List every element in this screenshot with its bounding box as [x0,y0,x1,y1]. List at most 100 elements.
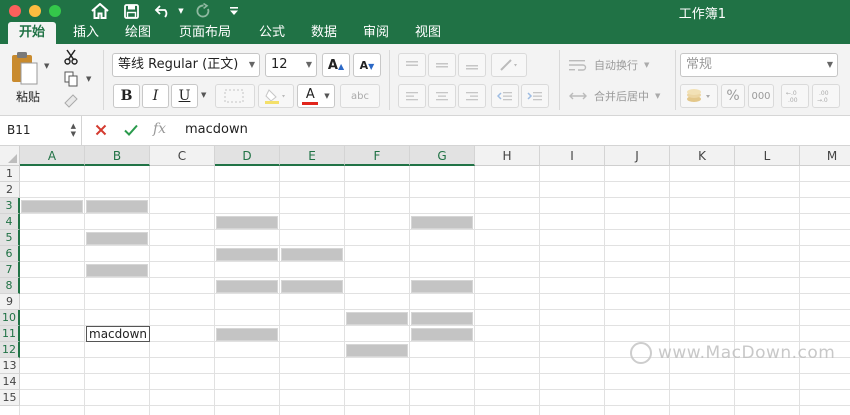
increase-indent-button[interactable] [521,84,549,108]
save-icon[interactable] [120,0,142,22]
undo-dropdown-icon[interactable]: ▼ [176,0,186,22]
increase-font-size-button[interactable]: A▲ [322,53,350,77]
bold-button[interactable]: B [113,84,140,108]
tab-view[interactable]: 视图 [406,22,450,44]
align-middle-button[interactable] [428,53,456,77]
selected-cell-d11[interactable] [216,328,278,341]
selected-cell-g10[interactable] [411,312,473,325]
customize-toolbar-icon[interactable] [226,0,242,22]
increase-decimal-button[interactable]: ←.0.00 [781,84,809,108]
selected-cell-e6[interactable] [281,248,343,261]
formula-input[interactable]: macdown [185,122,248,137]
comma-style-button[interactable]: 000 [748,84,774,108]
italic-button[interactable]: I [142,84,169,108]
row-header-7[interactable]: 7 [0,262,20,278]
align-bottom-button[interactable] [458,53,486,77]
tab-insert[interactable]: 插入 [64,22,108,44]
decrease-font-size-button[interactable]: A▼ [353,53,381,77]
row-header-11[interactable]: 11 [0,326,20,342]
tab-review[interactable]: 审阅 [354,22,398,44]
select-all-button[interactable] [0,146,20,166]
orientation-button[interactable] [491,53,527,77]
row-header-2[interactable]: 2 [0,182,20,198]
selected-cell-b5[interactable] [86,232,148,245]
tab-page-layout[interactable]: 页面布局 [168,22,242,44]
column-header-c[interactable]: C [150,146,215,166]
selected-cell-b3[interactable] [86,200,148,213]
decrease-indent-button[interactable] [491,84,519,108]
column-header-d[interactable]: D [215,146,280,166]
format-painter-icon[interactable] [60,92,82,110]
tab-home[interactable]: 开始 [8,22,56,44]
row-header-13[interactable]: 13 [0,358,20,374]
row-header-9[interactable]: 9 [0,294,20,310]
tab-draw[interactable]: 绘图 [116,22,160,44]
font-color-button[interactable]: A ▼ [297,84,335,108]
selected-cell-b7[interactable] [86,264,148,277]
name-box-spinner-icon[interactable]: ▲ ▼ [71,122,76,138]
accounting-format-button[interactable] [680,84,718,108]
align-top-button[interactable] [398,53,426,77]
copy-icon[interactable] [60,70,82,88]
selected-cell-f10[interactable] [346,312,408,325]
close-window-button[interactable] [9,5,21,17]
row-header-4[interactable]: 4 [0,214,20,230]
column-header-l[interactable]: L [735,146,800,166]
font-name-select[interactable]: 等线 Regular (正文) ▼ [112,53,260,77]
insert-function-icon[interactable]: fx [153,121,166,137]
column-header-j[interactable]: J [605,146,670,166]
selected-cell-e8[interactable] [281,280,343,293]
row-header-3[interactable]: 3 [0,198,20,214]
row-header-1[interactable]: 1 [0,166,20,182]
column-header-k[interactable]: K [670,146,735,166]
selected-cell-f12[interactable] [346,344,408,357]
row-header-6[interactable]: 6 [0,246,20,262]
column-header-h[interactable]: H [475,146,540,166]
cut-icon[interactable] [60,48,82,66]
spreadsheet-grid[interactable]: A B C D E F G H I J K L M 1 2 3 4 5 6 7 8 9 10 11 12 13 14 15 macdow… [0,146,850,415]
underline-dropdown-icon[interactable]: ▼ [201,91,206,99]
fill-color-button[interactable] [258,84,294,108]
row-header-12[interactable]: 12 [0,342,20,358]
column-header-e[interactable]: E [280,146,345,166]
row-header-5[interactable]: 5 [0,230,20,246]
undo-icon[interactable] [150,0,176,22]
column-header-f[interactable]: F [345,146,410,166]
selected-cell-d6[interactable] [216,248,278,261]
underline-button[interactable]: U [171,84,198,108]
row-header-15[interactable]: 15 [0,390,20,406]
column-header-a[interactable]: A [20,146,85,166]
merge-center-button[interactable]: 合并后居中 ▼ [568,85,678,107]
row-header-10[interactable]: 10 [0,310,20,326]
selected-cell-g11[interactable] [411,328,473,341]
selected-cell-d8[interactable] [216,280,278,293]
wrap-text-button[interactable]: 自动换行 ▼ [568,54,668,76]
selected-cell-a3[interactable] [21,200,83,213]
column-header-m[interactable]: M [800,146,850,166]
maximize-window-button[interactable] [49,5,61,17]
align-left-button[interactable] [398,84,426,108]
align-center-button[interactable] [428,84,456,108]
confirm-icon[interactable] [124,122,138,140]
row-header-14[interactable]: 14 [0,374,20,390]
cancel-icon[interactable] [95,122,107,140]
name-box[interactable]: B11 ▲ ▼ [0,116,82,145]
paste-dropdown-icon[interactable]: ▼ [44,62,49,70]
phonetic-guide-button[interactable]: abc [340,84,380,108]
active-cell[interactable]: macdown [86,326,150,342]
font-size-select[interactable]: 12 ▼ [265,53,317,77]
row-header-8[interactable]: 8 [0,278,20,294]
tab-data[interactable]: 数据 [302,22,346,44]
percent-style-button[interactable]: % [721,84,745,108]
column-header-g[interactable]: G [410,146,475,166]
paste-button[interactable] [6,48,42,88]
column-header-b[interactable]: B [85,146,150,166]
tab-formulas[interactable]: 公式 [250,22,294,44]
column-header-i[interactable]: I [540,146,605,166]
copy-dropdown-icon[interactable]: ▼ [86,75,91,83]
minimize-window-button[interactable] [29,5,41,17]
align-right-button[interactable] [458,84,486,108]
selected-cell-g4[interactable] [411,216,473,229]
home-icon[interactable] [88,0,112,22]
selected-cell-d4[interactable] [216,216,278,229]
